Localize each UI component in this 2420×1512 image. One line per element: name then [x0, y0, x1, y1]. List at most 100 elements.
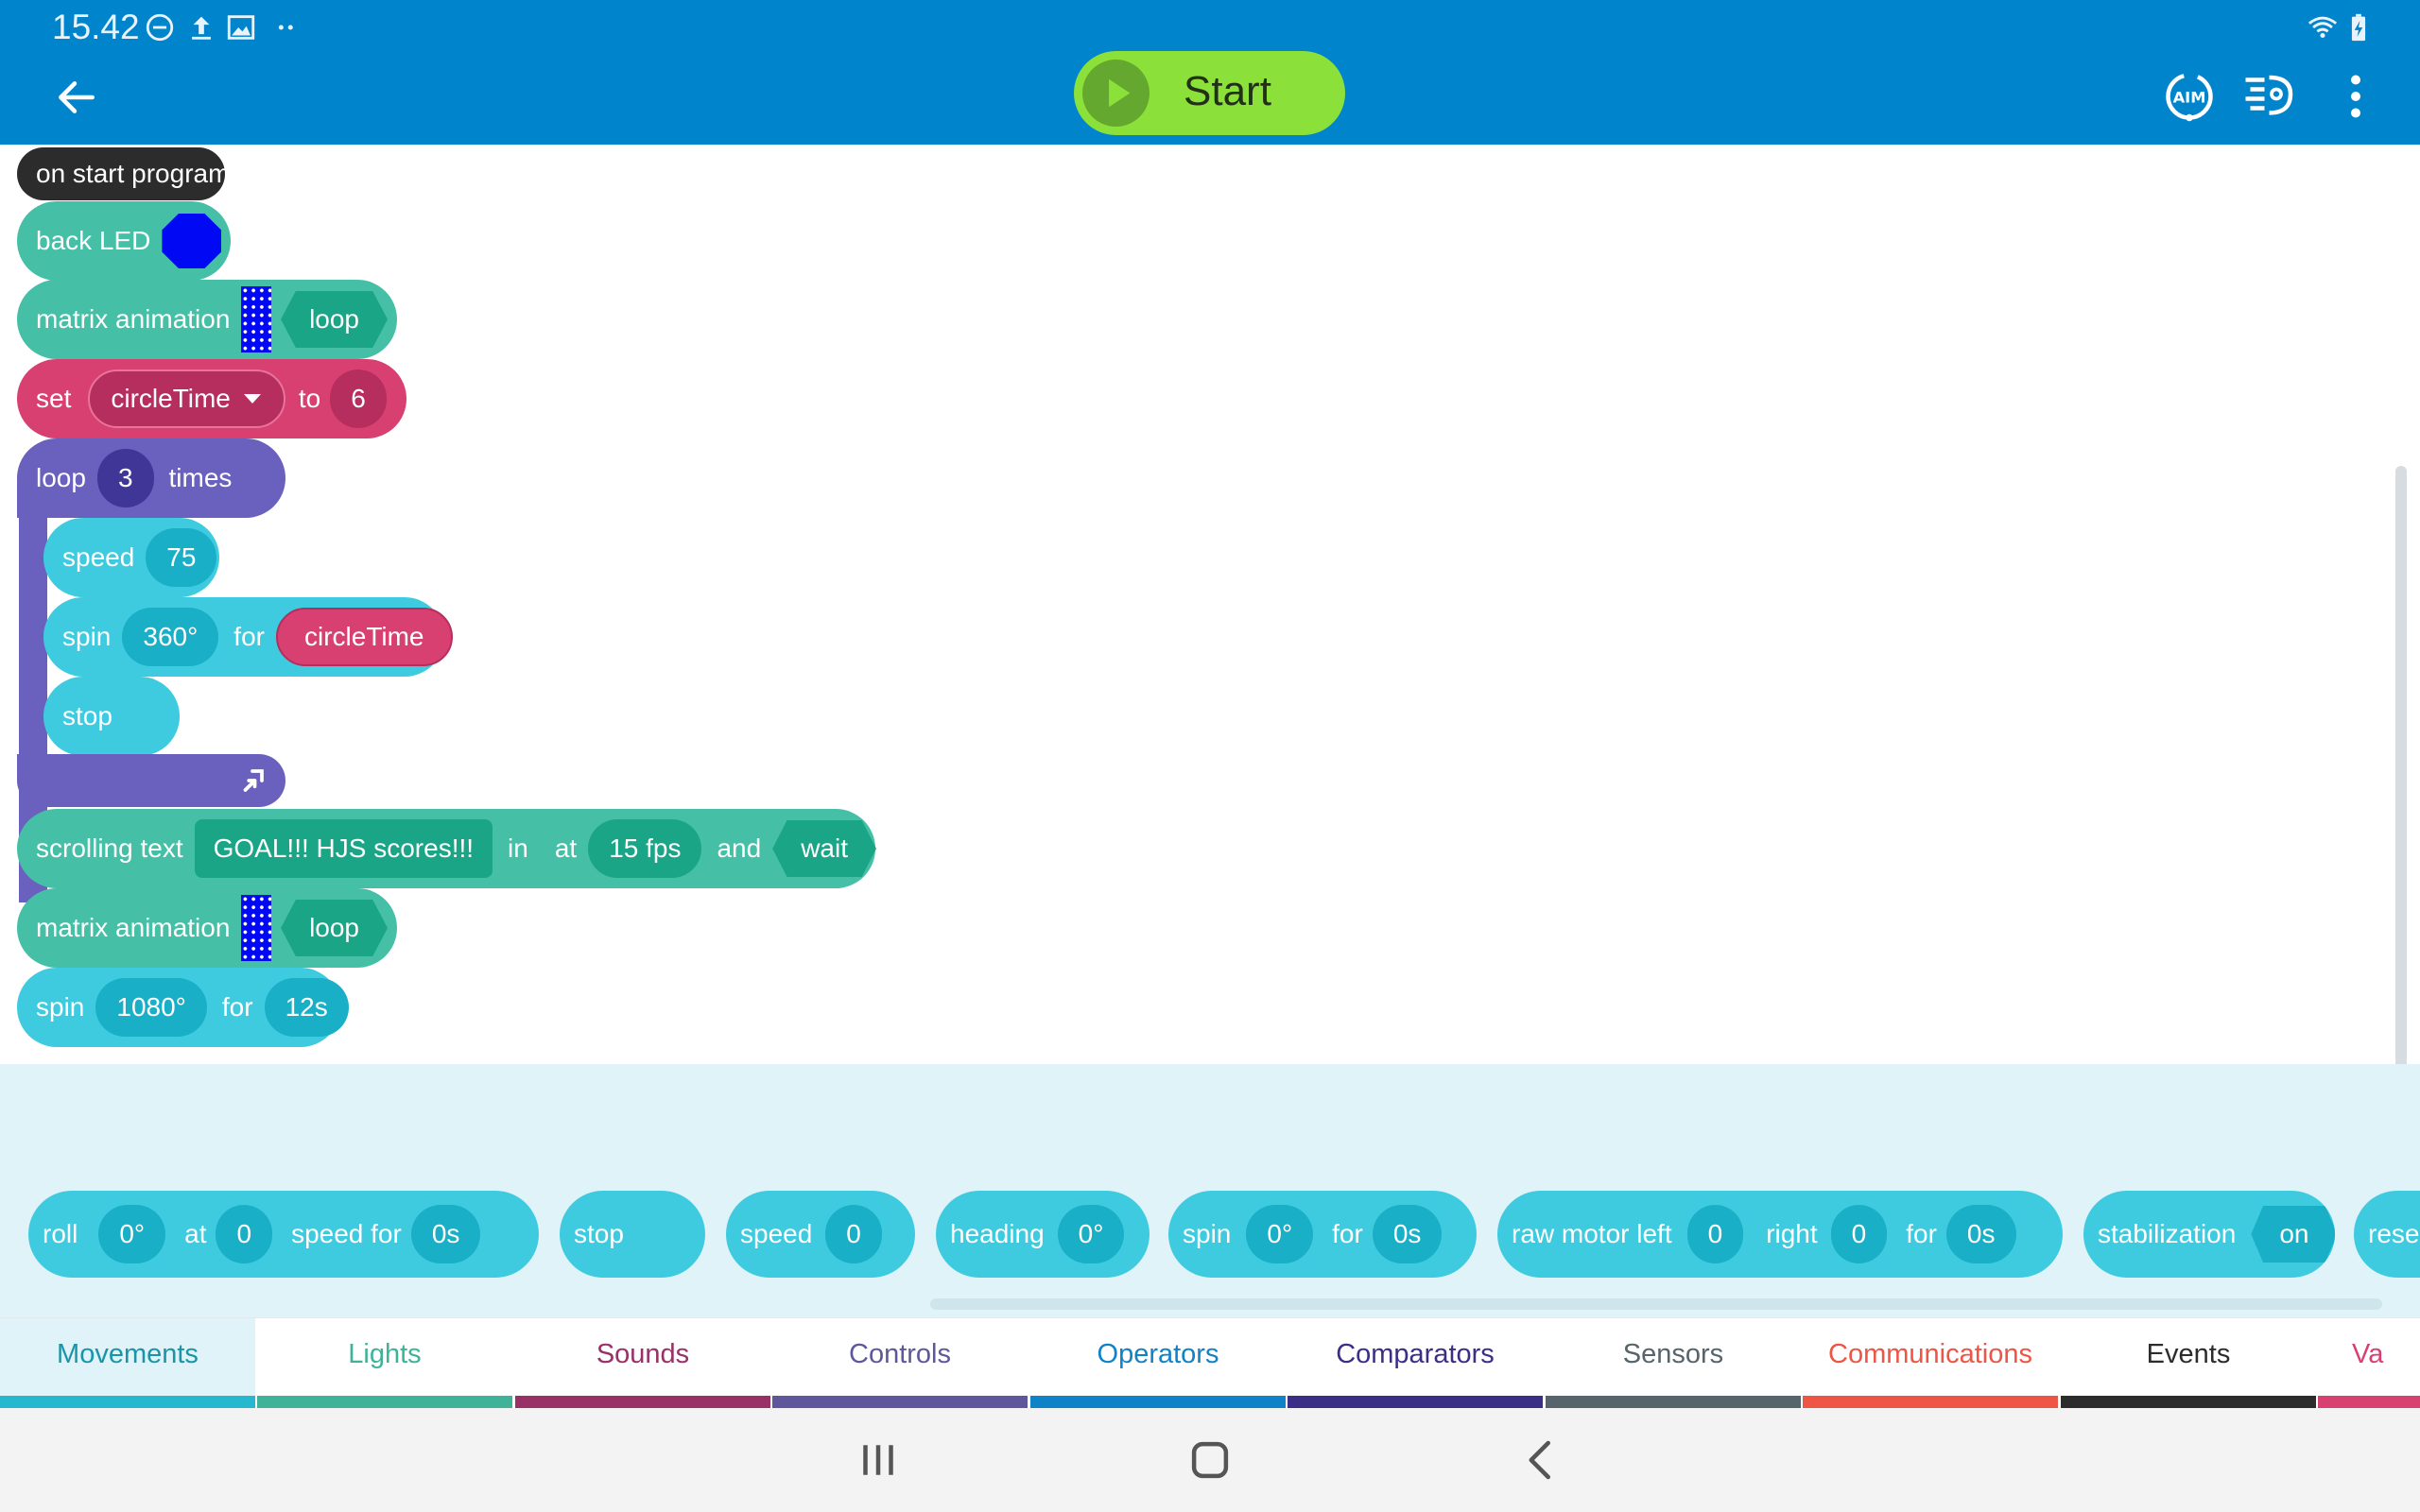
loop-count-input[interactable]: 3 [96, 449, 154, 507]
speed-value-input[interactable]: 0 [825, 1205, 882, 1263]
roll-duration-input[interactable]: 0s [410, 1205, 481, 1263]
program-settings-icon[interactable] [2238, 68, 2295, 125]
spin-angle-input[interactable]: 360° [122, 608, 219, 666]
roll-label: roll [43, 1219, 78, 1248]
set-value-input[interactable]: 6 [330, 369, 387, 428]
set-label: set [36, 384, 72, 413]
tab-operators[interactable]: Operators [1030, 1318, 1286, 1409]
palette-speed-block[interactable]: speed 0 [726, 1191, 915, 1278]
start-button[interactable]: Start [1074, 51, 1345, 135]
speed-value-input[interactable]: 75 [146, 528, 217, 587]
palette-raw-motor-block[interactable]: raw motor left 0 right 0 for 0s [1497, 1191, 2063, 1278]
recents-icon[interactable] [853, 1435, 904, 1486]
led-color-swatch[interactable] [162, 214, 221, 268]
speed-label: speed [62, 542, 135, 572]
palette-spin-block[interactable]: spin 0° for 0s [1168, 1191, 1477, 1278]
nav-back-icon[interactable] [1516, 1435, 1567, 1486]
tab-sounds[interactable]: Sounds [515, 1318, 770, 1409]
loop-block[interactable]: loop 3 times [17, 438, 285, 518]
matrix-animation-block[interactable]: matrix animation loop [17, 280, 397, 359]
more-vert-icon[interactable] [2327, 68, 2384, 125]
spin-angle-input[interactable]: 0° [1246, 1205, 1314, 1263]
speed-label: speed [740, 1219, 813, 1248]
for-label: for [221, 992, 253, 1022]
heading-label: heading [950, 1219, 1045, 1248]
aim-icon[interactable]: AIM [2161, 68, 2218, 125]
tab-color-bar [257, 1396, 512, 1409]
loop-end-block[interactable] [17, 754, 285, 807]
palette-scrollbar[interactable] [930, 1298, 2382, 1310]
for-label: for [1906, 1219, 1937, 1248]
tab-label: Comparators [1336, 1339, 1495, 1369]
raw-motor-right-input[interactable]: 0 [1830, 1205, 1888, 1263]
wait-selector[interactable]: wait [772, 820, 876, 877]
on-start-block[interactable]: on start program [17, 147, 230, 200]
tab-communications[interactable]: Communications [1803, 1318, 2058, 1409]
spin-label: spin [36, 992, 85, 1022]
tab-label: Events [2146, 1339, 2231, 1369]
tab-events[interactable]: Events [2061, 1318, 2316, 1409]
spin-angle-input[interactable]: 1080° [95, 978, 207, 1037]
spin-duration-input[interactable]: 12s [264, 978, 349, 1037]
status-time: 15.42 [52, 8, 140, 46]
times-label: times [168, 463, 233, 492]
tab-label: Communications [1828, 1339, 2032, 1369]
for-label: for [1332, 1219, 1363, 1248]
matrix-animation-preview[interactable] [241, 286, 272, 352]
scrolling-text-label: scrolling text [36, 833, 183, 863]
back-led-block[interactable]: back LED [17, 201, 231, 281]
matrix-mode-selector[interactable]: loop [281, 900, 388, 956]
back-led-label: back LED [36, 226, 151, 255]
palette-stabilization-block[interactable]: stabilization on [2083, 1191, 2335, 1278]
tab-variables[interactable]: Va [2318, 1318, 2420, 1409]
spin-duration-input[interactable]: 0s [1372, 1205, 1443, 1263]
home-icon[interactable] [1184, 1435, 1236, 1486]
variable-dropdown[interactable]: circleTime [88, 369, 285, 428]
palette-stop-block[interactable]: stop [560, 1191, 705, 1278]
tab-sensors[interactable]: Sensors [1546, 1318, 1801, 1409]
palette-roll-block[interactable]: roll 0° at 0 speed for 0s [28, 1191, 539, 1278]
roll-speed-input[interactable]: 0 [216, 1205, 273, 1263]
tab-movements[interactable]: Movements [0, 1318, 255, 1409]
spin-block-2[interactable]: spin 1080° for 12s [17, 968, 349, 1047]
tab-color-bar [1803, 1396, 2058, 1409]
workspace-canvas[interactable]: on start program back LED matrix animati… [0, 145, 2420, 1064]
stop-block[interactable]: stop [43, 677, 180, 756]
upload-icon [192, 16, 211, 40]
fps-input[interactable]: 15 fps [588, 819, 702, 878]
circletime-variable[interactable]: circleTime [275, 608, 453, 666]
tab-color-bar [1288, 1396, 1543, 1409]
tab-color-bar [2061, 1396, 2316, 1409]
heading-value-input[interactable]: 0° [1057, 1205, 1125, 1263]
speed-for-label: speed for [291, 1219, 402, 1248]
back-arrow-icon[interactable] [53, 74, 100, 121]
set-variable-block[interactable]: set circleTime to 6 [17, 359, 406, 438]
matrix-animation-label: matrix animation [36, 304, 231, 334]
spin-label: spin [1183, 1219, 1232, 1248]
stabilization-toggle[interactable]: on [2251, 1206, 2335, 1263]
tab-color-bar [515, 1396, 770, 1409]
spin-block[interactable]: spin 360° for circleTime [43, 597, 453, 677]
roll-angle-input[interactable]: 0° [98, 1205, 166, 1263]
workspace-scrollbar[interactable] [2395, 466, 2407, 1108]
raw-motor-left-input[interactable]: 0 [1686, 1205, 1744, 1263]
matrix-animation-block-2[interactable]: matrix animation loop [17, 888, 397, 968]
tab-comparators[interactable]: Comparators [1288, 1318, 1543, 1409]
speed-block[interactable]: speed 75 [43, 518, 219, 597]
variable-name: circleTime [111, 384, 231, 413]
scrolling-text-input[interactable]: GOAL!!! HJS scores!!! [194, 819, 493, 878]
category-tabs: Movements Lights Sounds Controls Operato… [0, 1317, 2420, 1409]
palette-heading-block[interactable]: heading 0° [936, 1191, 1150, 1278]
tab-label: Sounds [596, 1339, 690, 1369]
raw-motor-duration-input[interactable]: 0s [1945, 1205, 2016, 1263]
on-start-label: on start program [36, 159, 231, 188]
tab-lights[interactable]: Lights [257, 1318, 512, 1409]
svg-text:AIM: AIM [2173, 88, 2206, 106]
wifi-icon [2308, 16, 2338, 39]
matrix-mode-selector[interactable]: loop [281, 291, 388, 348]
matrix-animation-preview[interactable] [241, 895, 272, 961]
tab-label: Operators [1097, 1339, 1219, 1369]
at-label: at [184, 1219, 207, 1248]
tab-controls[interactable]: Controls [772, 1318, 1028, 1409]
scrolling-text-block[interactable]: scrolling text GOAL!!! HJS scores!!! in … [17, 809, 876, 888]
